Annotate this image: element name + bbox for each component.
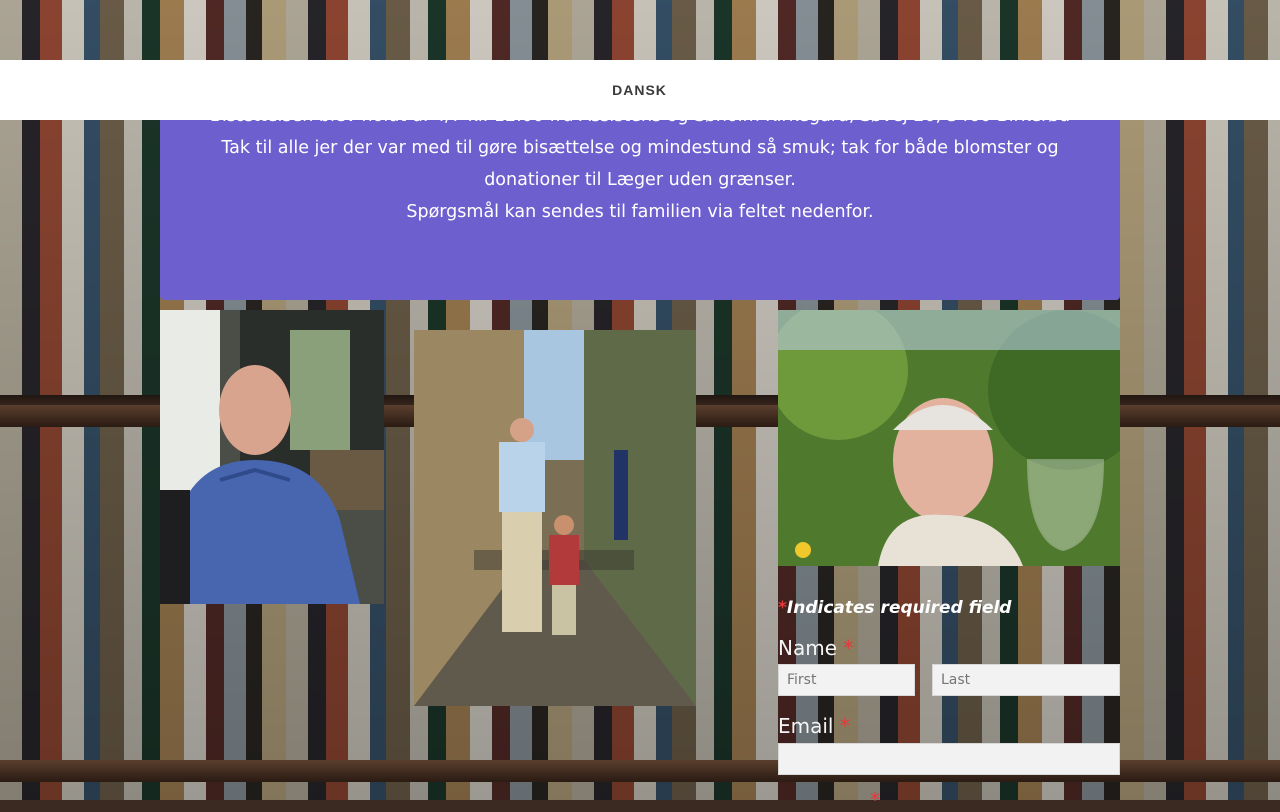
contact-form: *Indicates required field Name * Email *… [778,566,1120,812]
last-name-input[interactable] [932,664,1120,696]
first-name-input[interactable] [778,664,915,696]
required-star: * [843,636,854,660]
name-label-text: Name [778,636,838,660]
photo-man-with-wine-glass [778,310,1120,566]
language-link-dansk[interactable]: DANSK [612,82,667,98]
announcement-line: Tak til alle jer der var med til gøre bi… [221,138,1059,190]
required-star: * [778,598,787,618]
required-star: * [839,714,850,738]
required-note-text: Indicates required field [786,598,1012,618]
photo-man-and-child-street [414,330,696,706]
required-field-note: *Indicates required field [778,598,1011,618]
announcement-line: Spørgsmål kan sendes til familien via fe… [406,202,874,222]
email-input[interactable] [778,743,1120,775]
required-star: * [870,788,880,812]
email-label-text: Email [778,714,834,738]
email-field-label: Email * [778,714,850,738]
top-nav-bar: DANSK [0,60,1280,120]
photo-seated-man [160,310,384,604]
name-field-label: Name * [778,636,853,660]
